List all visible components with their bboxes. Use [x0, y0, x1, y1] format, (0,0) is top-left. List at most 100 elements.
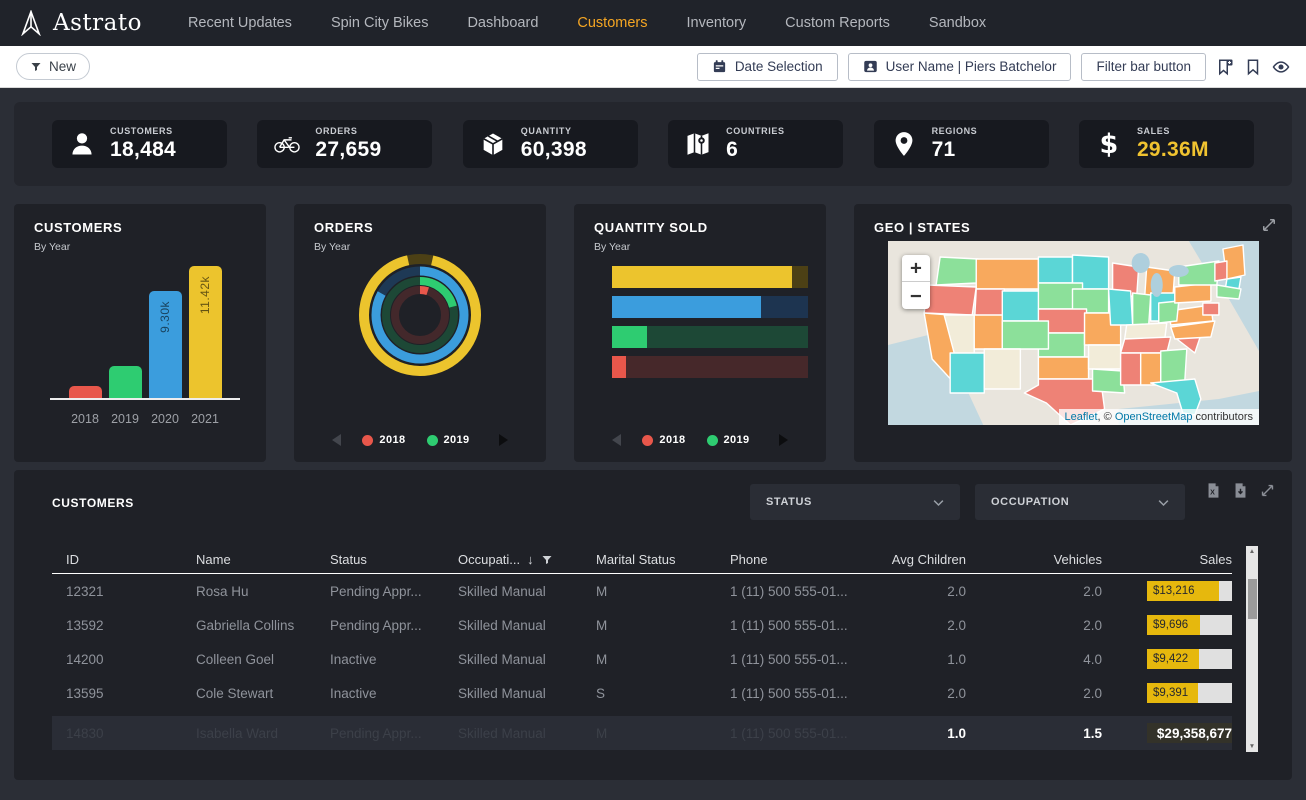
legend-prev-arrow[interactable]: [612, 434, 621, 446]
sales-bar-value: $9,422: [1147, 649, 1232, 669]
map-title: GEO | STATES: [874, 220, 970, 235]
scrollbar-thumb[interactable]: [1248, 579, 1257, 619]
legend-label: 2018: [659, 434, 685, 446]
legend-next-arrow[interactable]: [779, 434, 788, 446]
scroll-down-arrow[interactable]: ▼: [1246, 741, 1258, 752]
sort-desc-icon[interactable]: ↓: [527, 552, 534, 567]
quantity-sold-panel: QUANTITY SOLD By Year 20182019: [574, 204, 826, 462]
bar-2021[interactable]: 11.42k: [189, 266, 222, 398]
legend-label: 2019: [444, 434, 470, 446]
column-header-name[interactable]: Name: [196, 552, 330, 567]
osm-link[interactable]: OpenStreetMap: [1115, 411, 1193, 423]
bookmark-icon[interactable]: [1244, 58, 1262, 76]
filter-bar-label: Filter bar button: [1096, 59, 1191, 74]
cell-sales: $9,696: [1102, 615, 1232, 635]
nav-item-custom-reports[interactable]: Custom Reports: [785, 15, 890, 31]
bookmark-add-icon[interactable]: [1216, 58, 1234, 76]
nav-item-customers[interactable]: Customers: [577, 15, 647, 31]
column-funnel-icon[interactable]: [541, 554, 553, 566]
cell-occupation: Skilled Manual: [458, 652, 596, 667]
column-header-label: Phone: [730, 552, 768, 567]
cell-id: 13592: [52, 618, 196, 633]
kpi-value: 60,398: [521, 138, 587, 162]
kpi-text: QUANTITY60,398: [521, 126, 587, 162]
user-name-label: User Name | Piers Batchelor: [886, 59, 1057, 74]
scroll-up-arrow[interactable]: ▲: [1246, 546, 1258, 557]
table-row[interactable]: 13595Cole StewartInactiveSkilled ManualS…: [52, 676, 1232, 710]
nav-item-dashboard[interactable]: Dashboard: [467, 15, 538, 31]
hbar-fill-2019: [612, 326, 647, 348]
column-header-phone[interactable]: Phone: [730, 552, 870, 567]
kpi-value: 18,484: [110, 138, 176, 162]
kpi-value: 6: [726, 138, 784, 162]
status-filter-dropdown[interactable]: STATUS: [750, 484, 960, 520]
legend-next-arrow[interactable]: [499, 434, 508, 446]
table-row[interactable]: 13592Gabriella CollinsPending Appr...Ski…: [52, 608, 1232, 642]
cell-vehicles: 2.0: [966, 686, 1102, 701]
table-scrollbar[interactable]: ▲ ▼: [1246, 546, 1258, 752]
column-header-sales[interactable]: Sales: [1102, 552, 1232, 567]
table-header-row: IDNameStatusOccupati...↓Marital Status Ph…: [52, 546, 1232, 574]
export-excel-icon[interactable]: X: [1205, 482, 1222, 499]
column-header-id[interactable]: ID: [52, 552, 196, 567]
date-selection-button[interactable]: Date Selection: [697, 53, 838, 81]
chart-title: QUANTITY SOLD: [594, 220, 806, 235]
us-states-map[interactable]: + − Leaflet, © OpenStreetMap contributor…: [888, 241, 1259, 425]
kpi-text: REGIONS71: [932, 126, 978, 162]
legend-item-2018[interactable]: 2018: [642, 434, 685, 446]
map-attribution: Leaflet, © OpenStreetMap contributors: [1059, 409, 1260, 425]
column-header-occupati[interactable]: Occupati...↓: [458, 552, 596, 567]
cell-occupation: Skilled Manual: [458, 686, 596, 701]
legend-item-2019[interactable]: 2019: [707, 434, 750, 446]
hbar-track-2018[interactable]: [612, 356, 808, 378]
sales-bar: $9,391: [1147, 683, 1232, 703]
bar-2019[interactable]: [109, 366, 142, 398]
table-row[interactable]: 14200Colleen GoelInactiveSkilled ManualM…: [52, 642, 1232, 676]
nav-item-sandbox[interactable]: Sandbox: [929, 15, 986, 31]
expand-icon[interactable]: [1259, 482, 1276, 499]
kpi-card-sales: $SALES29.36M: [1079, 120, 1254, 168]
bar-2020[interactable]: 9.30k: [149, 291, 182, 398]
hbar-fill-2018: [612, 356, 626, 378]
occupation-filter-dropdown[interactable]: OCCUPATION: [975, 484, 1185, 520]
bar-2018[interactable]: [69, 386, 102, 398]
table-row[interactable]: 12321Rosa HuPending Appr...Skilled Manua…: [52, 574, 1232, 608]
hbar-track-2020[interactable]: [612, 296, 808, 318]
nav-item-spin-city-bikes[interactable]: Spin City Bikes: [331, 15, 429, 31]
column-header-status[interactable]: Status: [330, 552, 458, 567]
hbar-track-2021[interactable]: [612, 266, 808, 288]
expand-icon[interactable]: [1260, 216, 1278, 234]
bar-value-label: 11.42k: [198, 276, 212, 314]
column-header-avg-children[interactable]: Avg Children: [870, 552, 966, 567]
legend-item-2018[interactable]: 2018: [362, 434, 405, 446]
column-header-label: Marital Status: [596, 552, 675, 567]
new-filter-button[interactable]: New: [16, 53, 90, 80]
nav-item-inventory[interactable]: Inventory: [687, 15, 747, 31]
sales-bar-value: $13,216: [1147, 581, 1232, 601]
brand[interactable]: Astrato: [18, 10, 142, 36]
zoom-out-button[interactable]: −: [902, 282, 930, 309]
eye-icon[interactable]: [1272, 58, 1290, 76]
legend-label: 2018: [379, 434, 405, 446]
export-document-icon[interactable]: [1232, 482, 1249, 499]
kpi-label: ORDERS: [315, 126, 381, 136]
sales-bar: $9,696: [1147, 615, 1232, 635]
customers-table: IDNameStatusOccupati...↓Marital Status Ph…: [52, 546, 1232, 750]
date-selection-label: Date Selection: [735, 59, 823, 74]
customers-bar-xaxis: 2018201920202021: [50, 412, 240, 426]
leaflet-link[interactable]: Leaflet: [1065, 411, 1098, 423]
filter-bar-button[interactable]: Filter bar button: [1081, 53, 1206, 81]
totals-ghost-status: Pending Appr...: [330, 726, 458, 741]
legend-item-2019[interactable]: 2019: [427, 434, 470, 446]
cell-name: Cole Stewart: [196, 686, 330, 701]
legend-prev-arrow[interactable]: [332, 434, 341, 446]
column-header-marital-status[interactable]: Marital Status: [596, 552, 730, 567]
cell-id: 12321: [52, 584, 196, 599]
column-header-vehicles[interactable]: Vehicles: [966, 552, 1102, 567]
zoom-in-button[interactable]: +: [902, 255, 930, 282]
hbar-fill-2021: [612, 266, 792, 288]
hbar-track-2019[interactable]: [612, 326, 808, 348]
cell-status: Inactive: [330, 686, 458, 701]
nav-item-recent-updates[interactable]: Recent Updates: [188, 15, 292, 31]
user-name-button[interactable]: User Name | Piers Batchelor: [848, 53, 1072, 81]
